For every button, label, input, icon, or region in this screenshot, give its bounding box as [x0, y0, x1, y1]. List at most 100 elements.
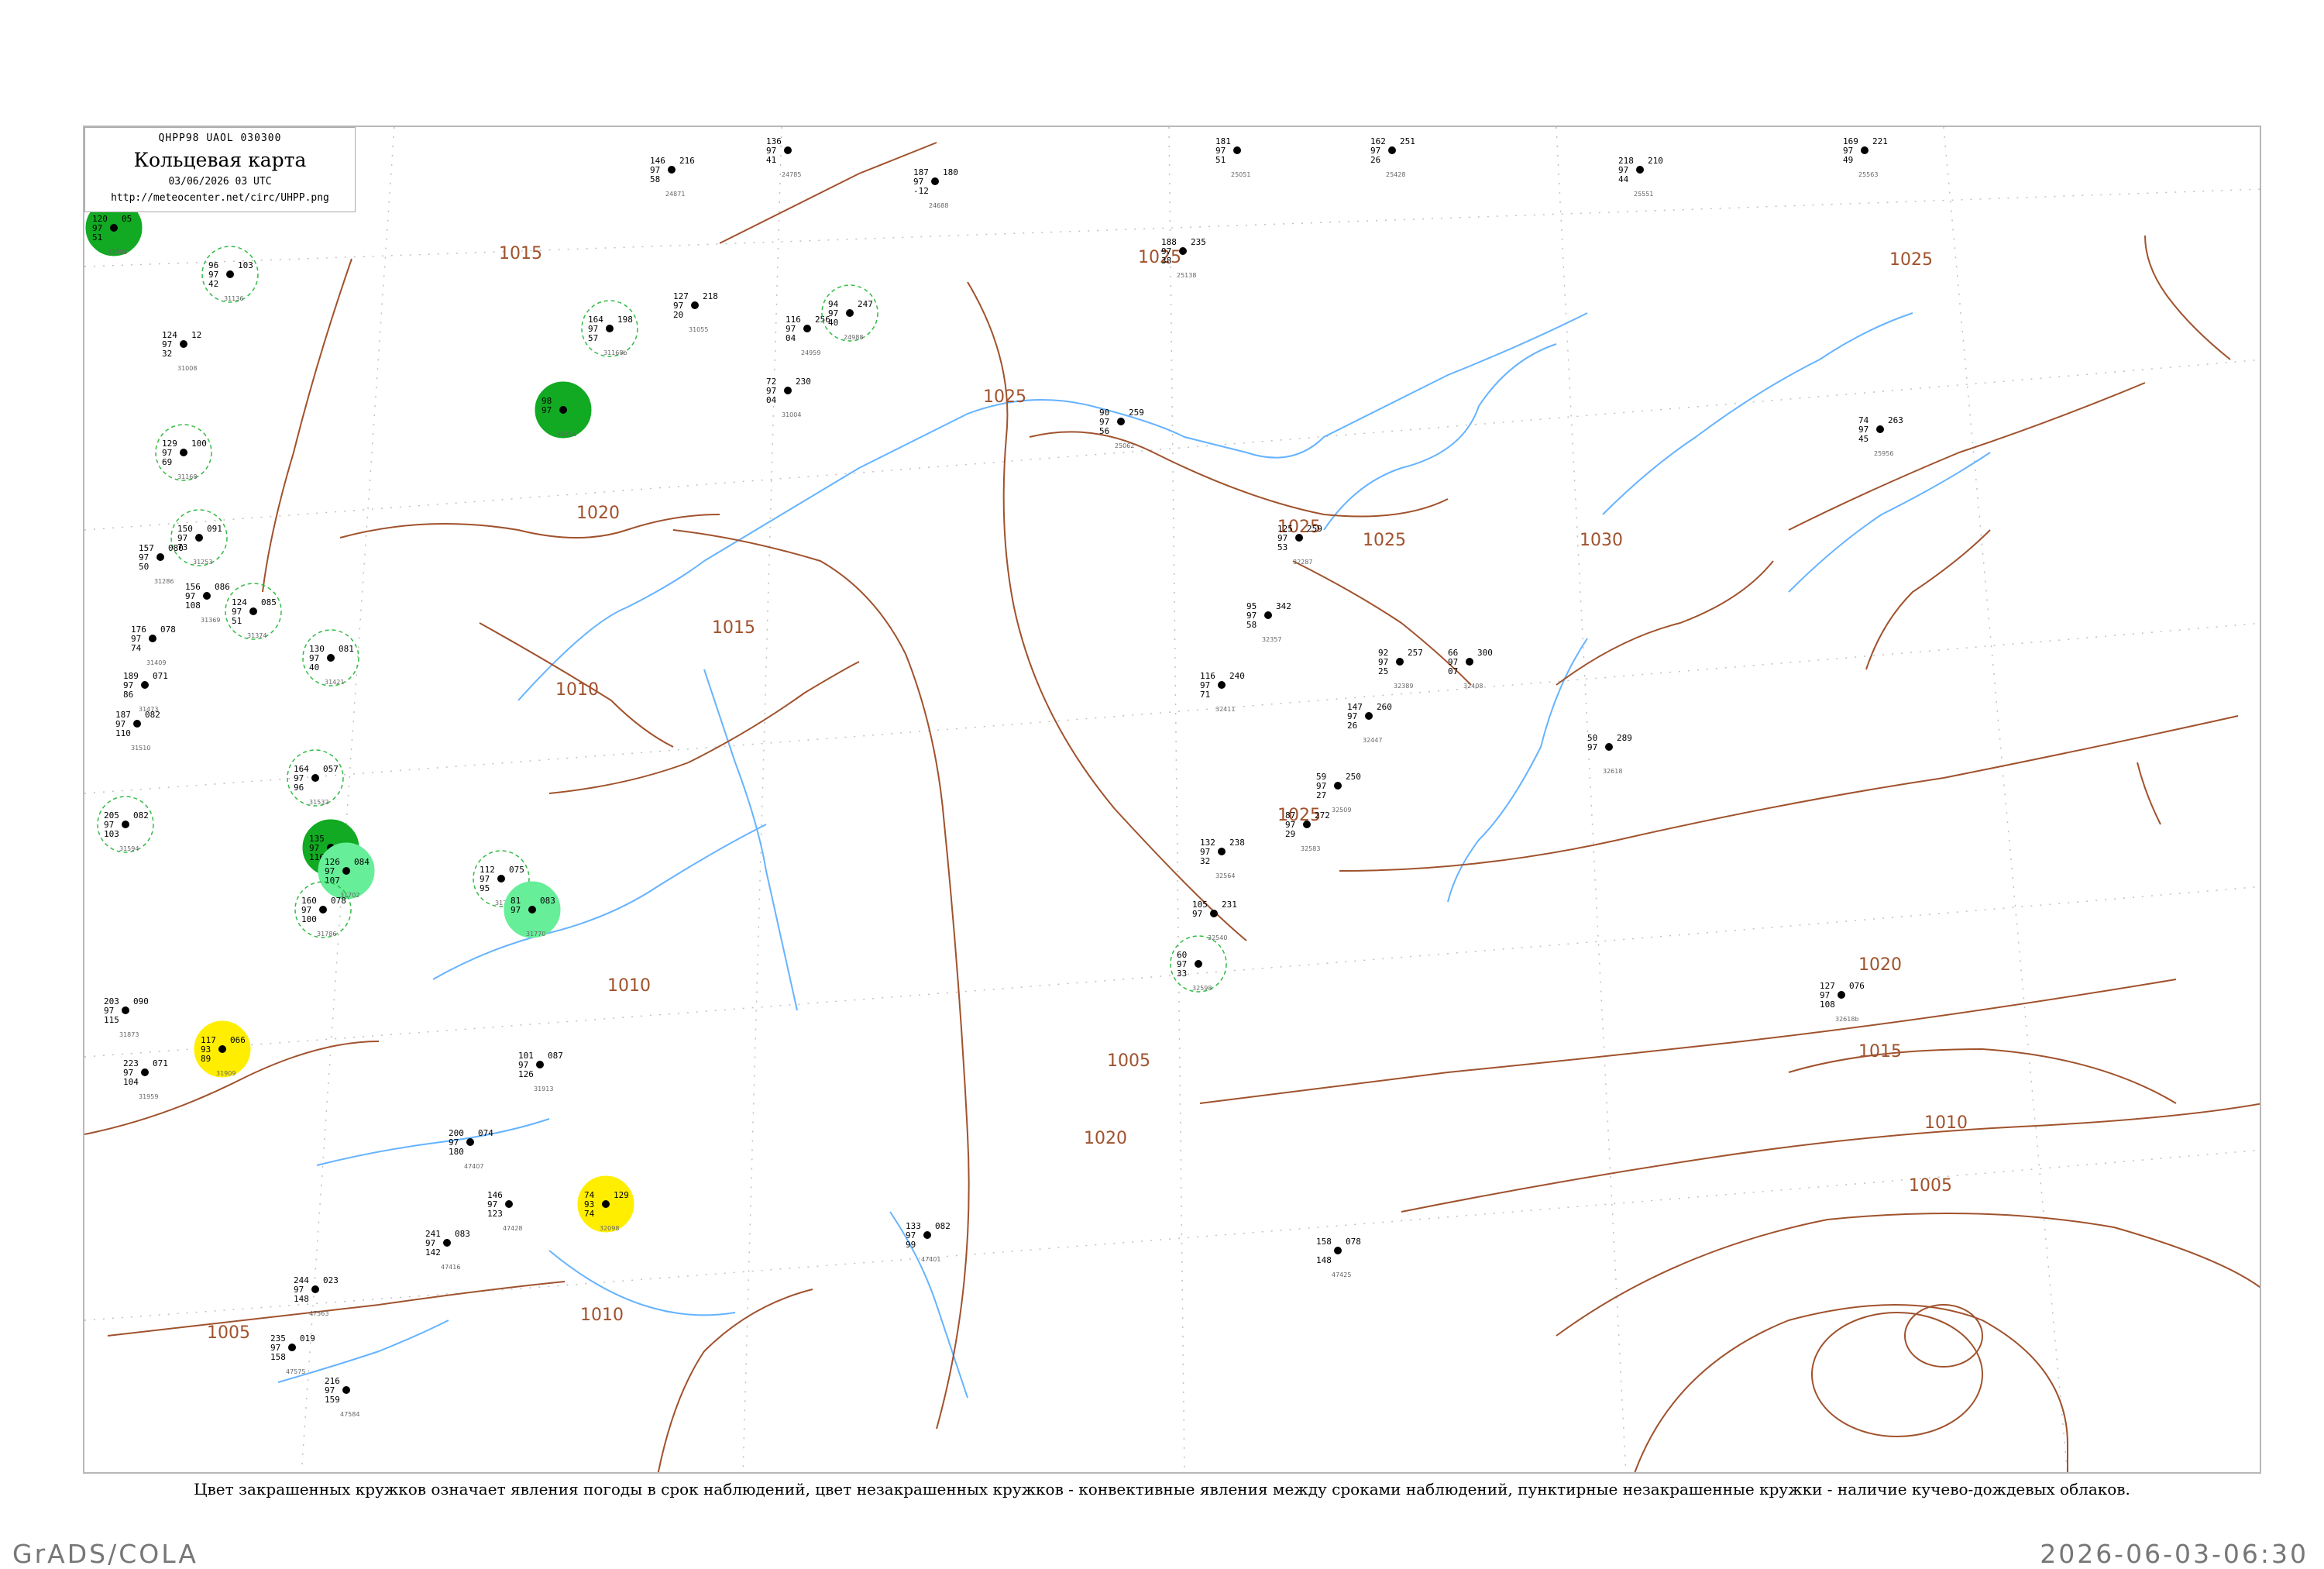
station-pressure: 250	[1346, 772, 1361, 782]
station-plot: 59972725032509	[1316, 772, 1361, 814]
isobar-label: 1025	[1138, 248, 1181, 267]
station-plot: 18797-1218024688	[913, 167, 958, 209]
station-pressure: 259	[1129, 408, 1144, 418]
station-plot: 146975821624871	[650, 156, 695, 198]
station-pressure-code: 97	[1192, 909, 1202, 919]
station-plot: 66970730032408	[1448, 648, 1493, 690]
station-dewpoint: 04	[786, 333, 796, 343]
station-pressure-code: 97	[1587, 742, 1597, 752]
station-dewpoint: 180	[449, 1147, 464, 1157]
station-cloud-cover	[218, 1045, 226, 1053]
station-index: 32411	[1215, 706, 1235, 713]
station-index: 25551	[1634, 191, 1653, 198]
isobar-labels: 1015 102510251025102010151010102510301025…	[207, 244, 1968, 1343]
station-plot: 150977309131253	[170, 509, 228, 566]
station-plot: 130974008131421	[302, 629, 359, 686]
station-cloud-cover	[149, 635, 156, 642]
station-cloud-cover	[342, 1386, 350, 1394]
station-plot: 819708331770	[504, 881, 561, 938]
station-plot: 189978607131473	[123, 671, 168, 713]
station-pressure: 289	[1617, 733, 1632, 743]
station-cloud-cover	[311, 774, 319, 782]
station-index: 24688	[929, 202, 948, 209]
station-cloud-cover	[1295, 534, 1303, 542]
station-cloud-cover	[1303, 821, 1311, 828]
station-index: 31409	[146, 659, 166, 666]
station-cloud-cover	[536, 1061, 544, 1068]
station-dewpoint: 26	[1347, 721, 1357, 731]
station-plot: 60973332598	[1170, 935, 1227, 993]
station-plot: 95975834232357	[1246, 601, 1291, 643]
station-cloud-cover	[1396, 658, 1404, 666]
station-plot: 218974421025551	[1618, 156, 1663, 198]
station-index: 24988	[844, 334, 863, 341]
station-plot: 1059723132540	[1192, 900, 1237, 941]
station-cloud-cover	[288, 1344, 296, 1351]
station-cloud-cover	[226, 270, 234, 278]
station-pressure: 083	[455, 1229, 470, 1239]
station-dewpoint: 25	[1378, 666, 1388, 676]
isobar-label: 1010	[1924, 1113, 1968, 1133]
station-plot: 2359715801947575	[270, 1333, 315, 1375]
station-index: 31770	[526, 931, 545, 938]
station-index: 32583	[1301, 845, 1320, 852]
station-pressure: 071	[153, 671, 168, 681]
station-pressure: 078	[1346, 1237, 1361, 1247]
station-pressure: 081	[339, 644, 354, 654]
stations-layer: 1209751053100512497321231008969742103311…	[85, 136, 1903, 1418]
station-dewpoint: 142	[425, 1247, 441, 1258]
station-cloud-cover	[606, 325, 614, 332]
station-cloud-cover	[1210, 910, 1218, 917]
software-credit: GrADS/COLA	[12, 1539, 198, 1569]
station-dewpoint: 107	[325, 876, 340, 886]
station-pressure: 231	[1222, 900, 1237, 910]
station-index: 31510	[131, 745, 150, 752]
station-index: 31136	[224, 295, 243, 302]
isobar-label: 1025	[1889, 250, 1933, 270]
station-cloud-cover	[195, 534, 203, 542]
station-cloud-cover	[466, 1138, 474, 1146]
map-url: http://meteocenter.net/circ/UHPP.png	[111, 192, 329, 204]
isobar-label: 1005	[1909, 1176, 1952, 1196]
station-index: 31168b	[603, 349, 627, 356]
station-plot: 116977124032411	[1200, 671, 1245, 713]
station-plot: 989731166	[535, 381, 592, 439]
isobar-label: 1025	[1363, 531, 1406, 550]
synoptic-map: 1015 102510251025102010151010102510301025…	[84, 127, 2260, 1472]
station-index: 31369	[201, 617, 220, 624]
station-cloud-cover	[784, 146, 792, 154]
station-pressure-code: 97	[511, 905, 521, 915]
station-plot: 1469712347428	[487, 1190, 522, 1232]
station-pressure: 240	[1229, 671, 1245, 681]
station-plot: 1569710808631369	[185, 582, 230, 624]
station-pressure: 078	[160, 625, 176, 635]
station-cloud-cover	[180, 449, 187, 456]
station-dewpoint: 100	[301, 914, 317, 924]
station-plot: 2039711509031873	[104, 996, 149, 1038]
station-pressure: 210	[1648, 156, 1663, 166]
station-cloud-cover	[122, 821, 129, 828]
station-index: 32540	[1208, 934, 1227, 941]
station-dewpoint: 95	[480, 883, 490, 893]
station-index: 32564	[1215, 872, 1235, 879]
station-plot: 157975008031286	[139, 543, 184, 585]
station-dewpoint: 51	[1215, 155, 1226, 165]
station-dewpoint: 99	[906, 1240, 916, 1250]
station-pressure: 066	[230, 1035, 246, 1045]
station-pressure: 129	[614, 1190, 629, 1200]
station-dewpoint: 32	[162, 349, 172, 359]
station-plot: 164979605731532	[287, 749, 344, 807]
station-dewpoint: 74	[584, 1209, 595, 1219]
station-pressure: 247	[858, 299, 873, 309]
station-dewpoint: 57	[588, 333, 598, 343]
station-cloud-cover	[122, 1006, 129, 1014]
station-index: 31374	[247, 632, 266, 639]
isobar-label: 1010	[580, 1306, 624, 1325]
station-index: 32598	[1192, 985, 1212, 992]
station-dewpoint: 56	[1099, 426, 1109, 436]
station-dewpoint: 40	[309, 662, 319, 673]
station-pressure: 180	[943, 167, 958, 177]
station-pressure: 342	[1276, 601, 1291, 611]
station-pressure: 218	[703, 291, 718, 301]
station-plot: 127972021831055	[673, 291, 718, 333]
